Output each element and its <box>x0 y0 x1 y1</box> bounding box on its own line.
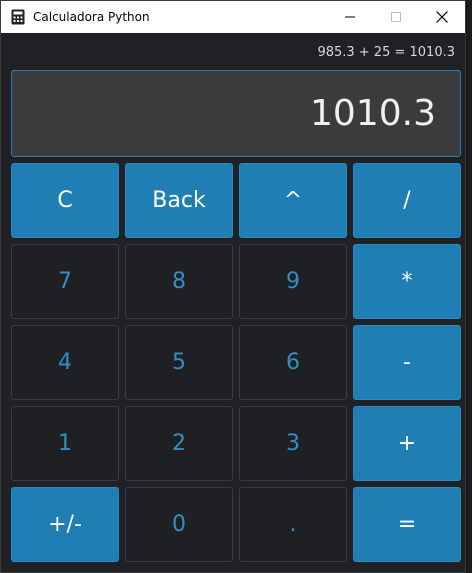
digit-2-button[interactable]: 2 <box>125 406 233 481</box>
calculator-window: Calculadora Python 985.3 + 25 = 1010.3 1… <box>0 0 466 573</box>
digit-1-button[interactable]: 1 <box>11 406 119 481</box>
digit-5-button[interactable]: 5 <box>125 325 233 400</box>
window-title: Calculadora Python <box>33 10 150 24</box>
title-bar[interactable]: Calculadora Python <box>1 1 465 33</box>
decimal-point-button[interactable]: . <box>239 487 347 562</box>
close-icon[interactable] <box>419 1 465 33</box>
add-button[interactable]: + <box>353 406 461 481</box>
digit-9-button[interactable]: 9 <box>239 244 347 319</box>
divide-button[interactable]: / <box>353 163 461 238</box>
negate-button[interactable]: +/- <box>11 487 119 562</box>
multiply-button[interactable]: * <box>353 244 461 319</box>
power-button[interactable]: ^ <box>239 163 347 238</box>
digit-0-button[interactable]: 0 <box>125 487 233 562</box>
digit-7-button[interactable]: 7 <box>11 244 119 319</box>
subtract-button[interactable]: - <box>353 325 461 400</box>
digit-4-button[interactable]: 4 <box>11 325 119 400</box>
calculator-icon <box>10 9 26 25</box>
result-value: 1010.3 <box>310 93 436 134</box>
backspace-button[interactable]: Back <box>125 163 233 238</box>
keypad: C Back ^ / 7 8 9 * 4 5 6 - 1 2 3 + +/- 0… <box>11 163 461 562</box>
maximize-icon[interactable] <box>373 1 419 33</box>
digit-8-button[interactable]: 8 <box>125 244 233 319</box>
clear-button[interactable]: C <box>11 163 119 238</box>
expression-history: 985.3 + 25 = 1010.3 <box>317 45 455 60</box>
equals-button[interactable]: = <box>353 487 461 562</box>
digit-3-button[interactable]: 3 <box>239 406 347 481</box>
background-window-edge <box>467 0 472 573</box>
digit-6-button[interactable]: 6 <box>239 325 347 400</box>
result-display: 1010.3 <box>11 70 461 157</box>
minimize-icon[interactable] <box>327 1 373 33</box>
